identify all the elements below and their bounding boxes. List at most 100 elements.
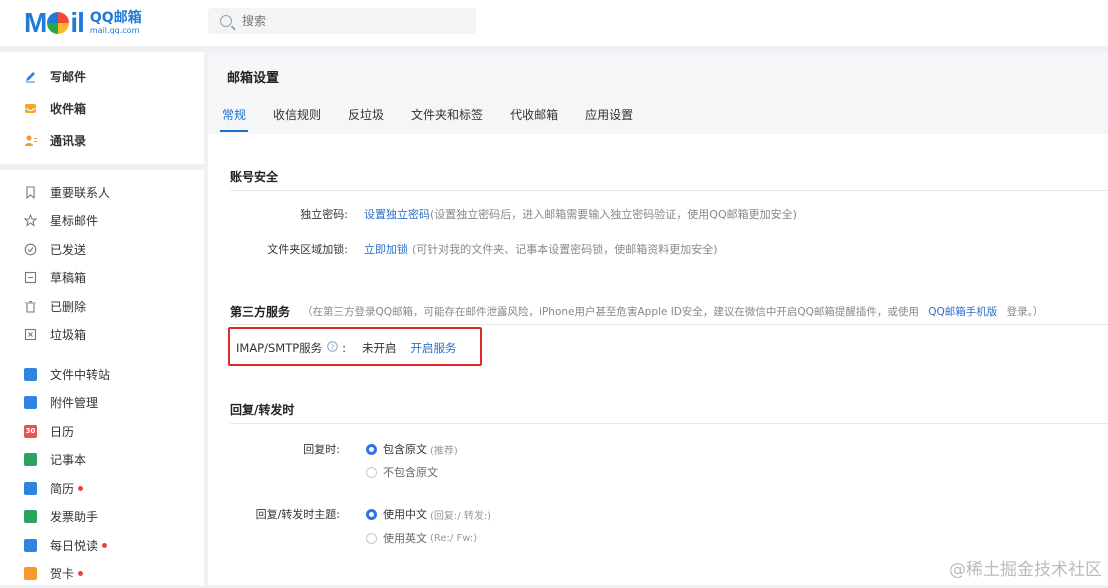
sidebar-item-label: 贺卡 xyxy=(50,565,74,582)
logo-mail-wordmark: Mil xyxy=(24,7,84,39)
sidebar-item-label: 写邮件 xyxy=(50,68,86,85)
settings-tabs: 常规 收信规则 反垃圾 文件夹和标签 代收邮箱 应用设置 xyxy=(222,106,660,132)
enable-service-link[interactable]: 开启服务 xyxy=(411,340,457,356)
imap-status: 未开启 xyxy=(362,340,397,356)
sidebar-item-label: 草稿箱 xyxy=(50,269,86,286)
tab-general[interactable]: 常规 xyxy=(222,106,246,132)
qq-mail-logo[interactable]: Mil QQ邮箱 mail.qq.com xyxy=(24,8,142,38)
label-subject: 回复/转发时主题: xyxy=(230,506,340,522)
sidebar-item-label: 日历 xyxy=(50,423,74,440)
star-icon xyxy=(24,214,37,227)
card-icon xyxy=(24,567,37,580)
tab-app-settings[interactable]: 应用设置 xyxy=(585,106,633,132)
label-independent-password: 独立密码: xyxy=(230,206,348,222)
help-icon[interactable]: ? xyxy=(327,341,338,355)
search-icon xyxy=(220,15,232,27)
divider xyxy=(230,423,1108,424)
sidebar-item-attachments[interactable]: 附件管理 xyxy=(0,389,204,418)
sidebar-item-contacts[interactable]: 通讯录 xyxy=(0,124,204,156)
sidebar-item-important-contacts[interactable]: 重要联系人 xyxy=(0,178,204,207)
new-dot-badge xyxy=(78,486,83,491)
divider xyxy=(230,190,1108,191)
folder-lock-desc: (可针对我的文件夹、记事本设置密码锁，使邮箱资料更加安全) xyxy=(412,241,718,257)
radio-unchecked-icon xyxy=(366,467,377,478)
tab-folders-labels[interactable]: 文件夹和标签 xyxy=(411,106,483,132)
sidebar-item-drafts[interactable]: 草稿箱 xyxy=(0,264,204,293)
sidebar-item-invoice[interactable]: 发票助手 xyxy=(0,503,204,532)
reading-icon xyxy=(24,539,37,552)
section-title-third-party: 第三方服务 xyxy=(230,303,290,320)
section-third-party: 第三方服务 （在第三方登录QQ邮箱，可能存在邮件泄露风险，iPhone用户甚至危… xyxy=(230,303,1043,320)
sidebar-item-label: 记事本 xyxy=(50,451,86,468)
sidebar-primary: 写邮件 收件箱 通讯录 xyxy=(0,52,204,170)
new-dot-badge xyxy=(102,543,107,548)
third-party-desc: （在第三方登录QQ邮箱，可能存在邮件泄露风险，iPhone用户甚至危害Apple… xyxy=(302,304,1043,319)
sidebar-item-label: 已删除 xyxy=(50,298,86,315)
row-imap-smtp: IMAP/SMTP服务 ? : 未开启 开启服务 xyxy=(236,340,457,356)
trash-icon xyxy=(24,300,37,313)
radio-exclude-original[interactable]: 不包含原文 xyxy=(366,464,438,480)
sidebar-item-starred[interactable]: 星标邮件 xyxy=(0,207,204,236)
sidebar-item-label: 已发送 xyxy=(50,241,86,258)
logo-url-text: mail.qq.com xyxy=(90,27,142,35)
sidebar-item-label: 附件管理 xyxy=(50,394,98,411)
sidebar-item-label: 星标邮件 xyxy=(50,212,98,229)
sidebar-item-inbox[interactable]: 收件箱 xyxy=(0,92,204,124)
settings-header: 邮箱设置 常规 收信规则 反垃圾 文件夹和标签 代收邮箱 应用设置 xyxy=(208,52,1108,134)
sidebar-item-spam[interactable]: 垃圾箱 xyxy=(0,321,204,350)
sidebar-item-compose[interactable]: 写邮件 xyxy=(0,60,204,92)
sidebar-item-label: 文件中转站 xyxy=(50,366,110,383)
sidebar-item-notepad[interactable]: 记事本 xyxy=(0,446,204,475)
qq-mail-mobile-link[interactable]: QQ邮箱手机版 xyxy=(928,306,997,318)
radio-include-original[interactable]: 包含原文 (推荐) xyxy=(366,441,458,457)
row-subject: 回复/转发时主题: 使用中文 (回复:/ 转发:) xyxy=(230,506,491,522)
set-password-link[interactable]: 设置独立密码 xyxy=(364,206,430,222)
top-bar: Mil QQ邮箱 mail.qq.com xyxy=(0,0,1108,46)
sidebar-item-label: 发票助手 xyxy=(50,508,98,525)
row-independent-password: 独立密码: 设置独立密码 (设置独立密码后，进入邮箱需要输入独立密码验证，使用Q… xyxy=(230,206,797,222)
row-reply: 回复时: 包含原文 (推荐) xyxy=(230,441,458,457)
sidebar-item-daily-reading[interactable]: 每日悦读 xyxy=(0,531,204,560)
transfer-icon xyxy=(24,368,37,381)
tab-receive-rules[interactable]: 收信规则 xyxy=(273,106,321,132)
section-title-account-security: 账号安全 xyxy=(230,168,278,185)
settings-panel: 邮箱设置 常规 收信规则 反垃圾 文件夹和标签 代收邮箱 应用设置 账号安全 独… xyxy=(208,52,1108,585)
check-circle-icon xyxy=(24,243,37,256)
sidebar-item-label: 每日悦读 xyxy=(50,537,98,554)
divider xyxy=(230,324,1108,325)
logo-qq-text: QQ邮箱 xyxy=(90,11,142,25)
sidebar-item-label: 垃圾箱 xyxy=(50,326,86,343)
sidebar-item-label: 通讯录 xyxy=(50,132,86,149)
search-input[interactable] xyxy=(240,13,464,29)
radio-checked-icon xyxy=(366,509,377,520)
tab-pop-accounts[interactable]: 代收邮箱 xyxy=(510,106,558,132)
lock-now-link[interactable]: 立即加锁 xyxy=(364,241,408,257)
watermark: @稀土掘金技术社区 xyxy=(949,555,1102,580)
notepad-icon xyxy=(24,453,37,466)
radio-use-english[interactable]: 使用英文 (Re:/ Fw:) xyxy=(366,530,477,546)
radio-use-chinese[interactable]: 使用中文 (回复:/ 转发:) xyxy=(366,506,491,522)
bookmark-icon xyxy=(24,186,37,199)
sidebar-item-resume[interactable]: 简历 xyxy=(0,474,204,503)
sidebar-item-calendar[interactable]: 30 日历 xyxy=(0,417,204,446)
tab-anti-spam[interactable]: 反垃圾 xyxy=(348,106,384,132)
sidebar-item-label: 收件箱 xyxy=(50,100,86,117)
label-imap-smtp: IMAP/SMTP服务 xyxy=(236,340,322,356)
sidebar-item-greeting-card[interactable]: 贺卡 xyxy=(0,560,204,588)
sidebar-item-file-transfer[interactable]: 文件中转站 xyxy=(0,360,204,389)
section-title-reply-forward: 回复/转发时 xyxy=(230,401,294,418)
new-dot-badge xyxy=(78,571,83,576)
sidebar-item-deleted[interactable]: 已删除 xyxy=(0,292,204,321)
pen-icon xyxy=(24,70,37,83)
label-folder-lock: 文件夹区域加锁: xyxy=(230,241,348,257)
imap-colon: : xyxy=(342,341,346,355)
sidebar-folders: 重要联系人 星标邮件 已发送 草稿箱 已删除 xyxy=(0,170,204,588)
page-title: 邮箱设置 xyxy=(227,67,279,86)
search-box[interactable] xyxy=(208,8,476,34)
attachment-icon xyxy=(24,396,37,409)
radio-unchecked-icon xyxy=(366,533,377,544)
sidebar-item-sent[interactable]: 已发送 xyxy=(0,235,204,264)
radio-checked-icon xyxy=(366,444,377,455)
password-desc: (设置独立密码后，进入邮箱需要输入独立密码验证，使用QQ邮箱更加安全) xyxy=(430,206,797,222)
contacts-icon xyxy=(24,134,37,147)
